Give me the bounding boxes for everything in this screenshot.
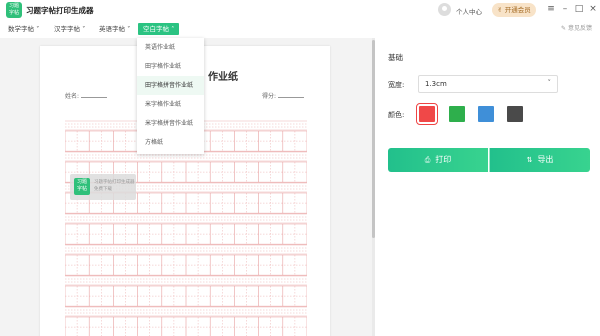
export-icon: ⇅ [526, 156, 533, 164]
dropdown-item-tianzige-pinyin[interactable]: 田字格拼音作业纸 [137, 76, 204, 95]
menu-icon[interactable]: ≡ [545, 3, 557, 15]
dropdown-item-tianzige[interactable]: 田字格作业纸 [137, 57, 204, 76]
chevron-down-icon: ˅ [547, 79, 552, 87]
color-swatch-blue[interactable] [478, 106, 494, 122]
dropdown-item-grid[interactable]: 方格纸 [137, 133, 204, 152]
app-logo: 习题 字帖 [6, 2, 22, 18]
score-field: 得分: [262, 91, 305, 100]
export-button[interactable]: ⇅ 导出 [489, 148, 590, 172]
section-title: 基础 [388, 53, 403, 62]
printer-icon: ⎙ [424, 156, 431, 164]
app-title: 习题字帖打印生成器 [26, 6, 94, 15]
color-swatch-red[interactable] [416, 103, 438, 125]
menu-math[interactable]: 数学字帖 ˅ [8, 23, 39, 35]
width-select[interactable]: 1.3cm ˅ [418, 75, 558, 93]
avatar[interactable] [438, 3, 451, 16]
minimize-icon[interactable]: – [559, 3, 571, 15]
chevron-down-icon: ˅ [127, 25, 131, 33]
settings-panel: 基础 宽度: 1.3cm ˅ 颜色: ⎙ 打印 ⇅ 导出 [375, 38, 600, 336]
print-label: 打印 [435, 155, 452, 164]
watermark-text: 习题字帖打印生成器 免费下载 [94, 180, 135, 192]
feedback-link[interactable]: ✎ 意见反馈 [561, 23, 592, 32]
maximize-icon[interactable]: □ [573, 3, 585, 15]
menu-blank[interactable]: 空白字帖 ˄ [138, 23, 180, 35]
vip-button[interactable]: ✌ 开通会员 [492, 3, 536, 17]
dropdown-item-english[interactable]: 英语作业纸 [137, 38, 204, 57]
width-value: 1.3cm [425, 80, 447, 88]
thumb-icon: ✌ [497, 6, 503, 14]
dropdown-item-mizige-pinyin[interactable]: 米字格拼音作业纸 [137, 114, 204, 133]
menu-english[interactable]: 英语字帖 ˅ [99, 23, 130, 35]
edit-icon: ✎ [561, 25, 567, 32]
color-swatch-dark[interactable] [507, 106, 523, 122]
color-swatch-green[interactable] [449, 106, 465, 122]
color-label: 颜色: [388, 111, 405, 119]
title-bar: 习题 字帖 习题字帖打印生成器 个人中心 ✌ 开通会员 ≡ – □ × [0, 0, 600, 20]
menu-bar: 数学字帖 ˅ 汉字字帖 ˅ 英语字帖 ˅ 空白字帖 ˄ ✎ 意见反馈 [0, 20, 600, 39]
export-label: 导出 [537, 155, 554, 164]
watermark: 习题 字帖 习题字帖打印生成器 免费下载 [70, 174, 136, 200]
print-button[interactable]: ⎙ 打印 [388, 148, 488, 172]
chevron-down-icon: ˅ [36, 25, 40, 33]
menu-chinese[interactable]: 汉字字帖 ˅ [54, 23, 85, 35]
watermark-logo: 习题 字帖 [74, 178, 90, 195]
chevron-up-icon: ˄ [171, 25, 175, 33]
dropdown-item-mizige[interactable]: 米字格作业纸 [137, 95, 204, 114]
close-icon[interactable]: × [587, 3, 599, 15]
blank-paper-dropdown: 英语作业纸 田字格作业纸 田字格拼音作业纸 米字格作业纸 米字格拼音作业纸 方格… [137, 38, 204, 154]
user-center-link[interactable]: 个人中心 [456, 6, 482, 16]
vip-button-label: 开通会员 [504, 6, 531, 14]
chevron-down-icon: ˅ [82, 25, 86, 33]
width-label: 宽度: [388, 81, 405, 89]
name-field: 姓名: [65, 91, 108, 100]
